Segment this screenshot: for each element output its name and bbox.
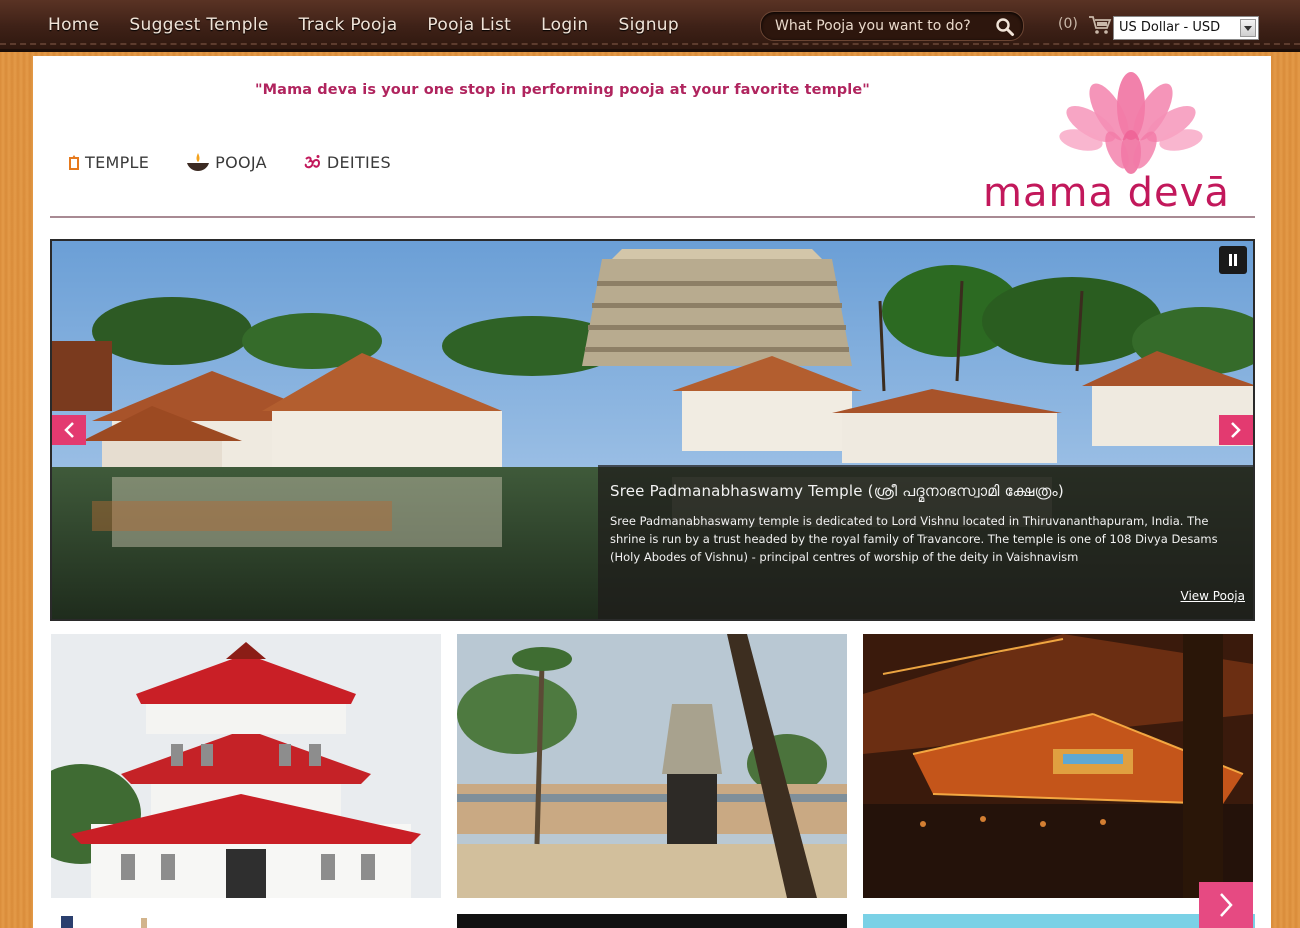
search-input[interactable] (761, 12, 981, 40)
thumbnail-row-2-peek (51, 914, 1255, 928)
main-nav: Home Suggest Temple Track Pooja Pooja Li… (0, 0, 694, 50)
category-nav: TEMPLE POOJA DEITIES (67, 152, 391, 172)
temple-thumbnail[interactable] (457, 634, 847, 898)
nav-suggest-temple[interactable]: Suggest Temple (114, 0, 283, 50)
currency-selected-value: US Dollar - USD (1119, 20, 1221, 35)
slide-description: Sree Padmanabhaswamy temple is dedicated… (610, 514, 1218, 564)
site-tagline: "Mama deva is your one stop in performin… (255, 82, 870, 98)
top-navbar: Home Suggest Temple Track Pooja Pooja Li… (0, 0, 1300, 52)
cart-count[interactable]: (0) (1058, 16, 1078, 32)
temple-image (51, 634, 441, 898)
chevron-down-icon (1240, 19, 1256, 37)
search-box (760, 11, 1024, 41)
logo-text[interactable]: mama devā (983, 170, 1230, 216)
slide-title: Sree Padmanabhaswamy Temple (ശ്രീ പദ്മനാ… (610, 482, 1064, 500)
lamp-icon (187, 153, 210, 171)
chevron-right-icon (1220, 893, 1233, 917)
slider-prev-button[interactable] (52, 415, 86, 445)
thumbnails-next-button[interactable] (1199, 882, 1253, 928)
temple-image (457, 634, 847, 898)
cart-icon[interactable] (1088, 14, 1112, 36)
slide-caption: Sree Padmanabhaswamy Temple (ശ്രീ പദ്മനാ… (598, 465, 1253, 619)
category-deities-label: DEITIES (326, 152, 391, 172)
pause-button[interactable] (1219, 246, 1247, 274)
main-panel: "Mama deva is your one stop in performin… (33, 56, 1271, 928)
chevron-right-icon (1231, 422, 1241, 438)
thumbnail-row-2-images (51, 914, 1255, 928)
category-temple[interactable]: TEMPLE (67, 152, 149, 172)
temple-thumbnail[interactable] (863, 634, 1253, 898)
category-pooja-label: POOJA (215, 152, 267, 172)
nav-pooja-list[interactable]: Pooja List (412, 0, 526, 50)
nav-login[interactable]: Login (526, 0, 603, 50)
nav-home[interactable]: Home (0, 0, 114, 50)
temple-thumbnail[interactable] (51, 634, 441, 898)
search-icon[interactable] (995, 17, 1015, 37)
hero-slider: Sree Padmanabhaswamy Temple (ശ്രീ പദ്മനാ… (50, 239, 1255, 621)
currency-select[interactable]: US Dollar - USD (1113, 16, 1259, 40)
category-pooja[interactable]: POOJA (185, 152, 267, 172)
category-temple-label: TEMPLE (85, 152, 150, 172)
om-icon (304, 155, 320, 169)
nav-track-pooja[interactable]: Track Pooja (284, 0, 413, 50)
header-divider (50, 216, 1255, 218)
temple-image (863, 634, 1253, 898)
temple-icon (69, 155, 79, 170)
view-pooja-link[interactable]: View Pooja (1181, 589, 1245, 603)
nav-signup[interactable]: Signup (604, 0, 694, 50)
chevron-left-icon (64, 422, 74, 438)
slider-next-button[interactable] (1219, 415, 1253, 445)
category-deities[interactable]: DEITIES (303, 152, 391, 172)
